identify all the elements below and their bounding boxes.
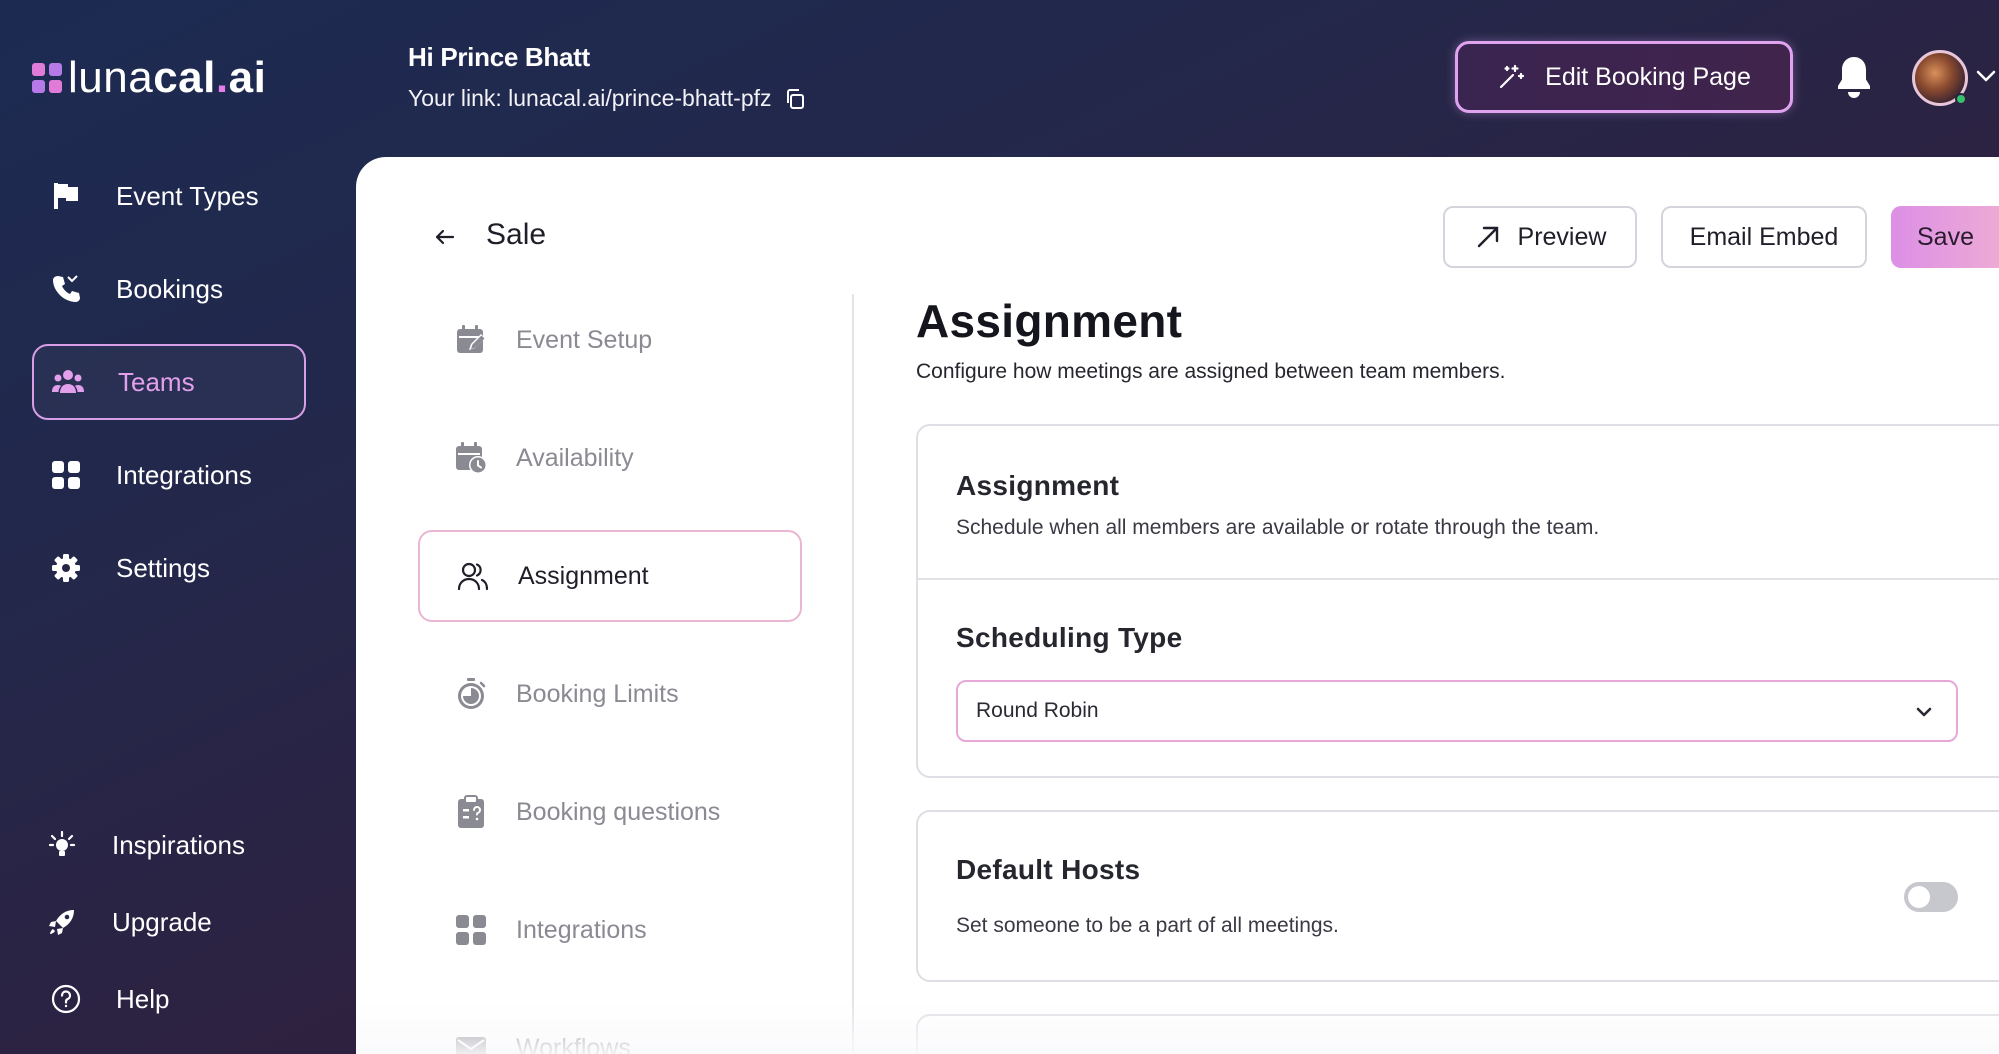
header-greeting: Hi Prince Bhatt Your link: lunacal.ai/pr… (408, 42, 806, 112)
default-hosts-title: Default Hosts (956, 854, 1141, 885)
chevron-down-icon (1916, 707, 1932, 717)
subnav-divider (852, 294, 854, 1054)
lightbulb-icon (46, 829, 78, 861)
page-title: Sale (486, 218, 547, 251)
subnav-item-label: Booking questions (516, 797, 721, 826)
sidebar-item-label: Integrations (116, 459, 252, 490)
booking-link-text: Your link: lunacal.ai/prince-bhatt-pfz (408, 85, 772, 111)
greeting-title: Hi Prince Bhatt (408, 42, 590, 72)
rocket-icon (46, 906, 78, 938)
sidebar-item-upgrade[interactable]: Upgrade (28, 884, 302, 960)
default-hosts-card: Default Hosts Set someone to be a part o… (916, 810, 1999, 982)
section-heading: Assignment (916, 295, 1183, 347)
card-divider (918, 578, 1999, 580)
chevron-down-icon[interactable] (1974, 66, 1999, 86)
toggle-knob (1908, 886, 1930, 908)
sidebar-item-inspirations[interactable]: Inspirations (28, 807, 302, 883)
sidebar-item-teams[interactable]: Teams (32, 344, 306, 420)
team-icon (52, 366, 84, 398)
lunacal-logo[interactable]: lunacal.ai (32, 56, 266, 100)
email-embed-label: Email Embed (1689, 222, 1839, 251)
bell-icon[interactable] (1834, 54, 1874, 100)
subnav-item-label: Availability (516, 443, 634, 472)
scheduling-type-title: Scheduling Type (956, 622, 1183, 653)
email-embed-button[interactable]: Email Embed (1661, 206, 1867, 268)
flag-icon (50, 180, 82, 212)
booking-link-row: Your link: lunacal.ai/prince-bhatt-pfz (408, 85, 806, 112)
phone-icon (50, 273, 82, 305)
subnav-item-assignment[interactable]: Assignment (418, 530, 802, 622)
calendar-clock-icon (454, 441, 488, 475)
external-arrow-icon (1477, 226, 1498, 248)
subnav-item-label: Booking Limits (516, 679, 679, 708)
subnav-item-integrations[interactable]: Integrations (418, 884, 802, 976)
assignment-card: Assignment Schedule when all members are… (916, 424, 1999, 778)
subnav-item-label: Workflows (516, 1033, 631, 1054)
scheduling-type-select[interactable]: Round Robin (956, 680, 1958, 742)
sidebar-item-label: Teams (118, 366, 195, 397)
subnav-item-availability[interactable]: Availability (418, 412, 802, 504)
default-hosts-toggle[interactable] (1904, 882, 1958, 912)
subnav-item-label: Event Setup (516, 325, 653, 354)
preview-button[interactable]: Preview (1443, 206, 1637, 268)
save-label: Save (1917, 222, 1974, 251)
logo-text-suffix: ai (228, 53, 267, 102)
sidebar-item-bookings[interactable]: Bookings (32, 251, 306, 327)
sidebar-item-label: Settings (116, 552, 210, 583)
sidebar-item-label: Inspirations (112, 829, 245, 860)
sidebar-item-label: Help (116, 983, 170, 1014)
edit-booking-page-button[interactable]: Edit Booking Page (1455, 41, 1793, 113)
help-icon (50, 983, 82, 1015)
app-window: lunacal.ai Hi Prince Bhatt Your link: lu… (0, 0, 1999, 1054)
grid-icon (50, 459, 82, 491)
subnav-item-workflows[interactable]: Workflows (418, 1002, 802, 1054)
default-hosts-description: Set someone to be a part of all meetings… (956, 914, 1339, 937)
subnav-item-event-setup[interactable]: Event Setup (418, 294, 802, 386)
clipboard-question-icon (454, 795, 488, 829)
save-button[interactable]: Save (1891, 206, 1999, 268)
preview-label: Preview (1517, 222, 1607, 251)
back-arrow-icon[interactable] (432, 224, 458, 250)
sidebar-item-label: Event Types (116, 180, 259, 211)
subnav-item-label: Assignment (518, 561, 649, 590)
mail-icon (454, 1031, 488, 1054)
online-status-dot (1955, 93, 1967, 105)
section-subheading: Configure how meetings are assigned betw… (916, 360, 1506, 383)
edit-booking-page-label: Edit Booking Page (1545, 62, 1751, 91)
logo-text-prefix: luna (68, 53, 154, 102)
sidebar-item-label: Bookings (116, 273, 223, 304)
assignment-card-title: Assignment (956, 470, 1120, 501)
logo-text-dot: . (215, 53, 229, 102)
sidebar-item-help[interactable]: Help (32, 961, 306, 1037)
sidebar-item-settings[interactable]: Settings (32, 530, 306, 606)
scheduling-type-value: Round Robin (976, 699, 1099, 722)
calendar-edit-icon (454, 323, 488, 357)
copy-icon[interactable] (784, 88, 806, 110)
logo-text-bold: cal (153, 53, 216, 102)
assignment-card-description: Schedule when all members are available … (956, 516, 1600, 539)
sidebar-item-integrations[interactable]: Integrations (32, 437, 306, 513)
subnav-item-label: Integrations (516, 915, 647, 944)
sidebar-item-label: Upgrade (112, 906, 212, 937)
users-icon (456, 559, 490, 593)
stopwatch-icon (454, 677, 488, 711)
next-settings-card (916, 1014, 1999, 1054)
magic-wand-icon (1500, 64, 1525, 89)
gear-icon (50, 552, 82, 584)
grid-icon (454, 913, 488, 947)
subnav-item-booking-questions[interactable]: Booking questions (418, 766, 802, 858)
sidebar-item-event-types[interactable]: Event Types (32, 158, 306, 234)
subnav-item-booking-limits[interactable]: Booking Limits (418, 648, 802, 740)
logo-mark-icon (32, 63, 62, 93)
